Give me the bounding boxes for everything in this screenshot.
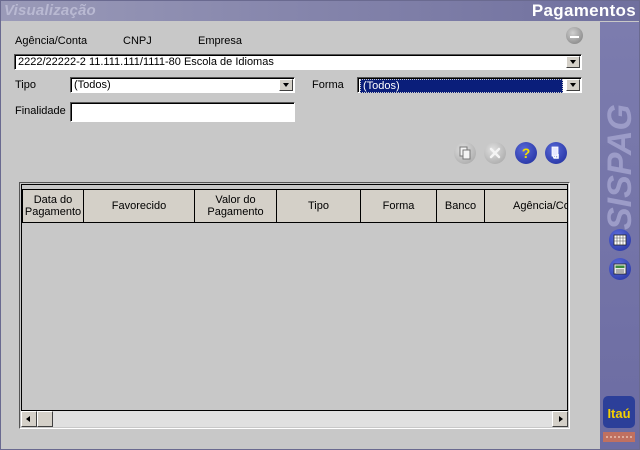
- empresa-label: Empresa: [198, 35, 243, 47]
- column-header-forma[interactable]: Forma: [361, 189, 437, 223]
- column-header-favorecido[interactable]: Favorecido: [84, 189, 195, 223]
- column-header-banco[interactable]: Banco: [437, 189, 485, 223]
- column-header-data[interactable]: Data do Pagamento: [22, 189, 84, 223]
- finalidade-label: Finalidade: [15, 105, 66, 117]
- sidebar: SISPAG Itaú: [600, 22, 639, 449]
- scroll-left-button[interactable]: [21, 411, 37, 427]
- export-icon: [551, 146, 559, 159]
- tipo-label: Tipo: [15, 79, 36, 91]
- cancel-button[interactable]: [484, 142, 506, 164]
- account-select-value: 2222/22222-2 11.111.111/1111-80 Escola d…: [18, 56, 274, 68]
- account-select[interactable]: 2222/22222-2 11.111.111/1111-80 Escola d…: [14, 54, 582, 70]
- forma-label: Forma: [312, 79, 344, 91]
- forma-select-value: (Todos): [360, 79, 563, 93]
- forma-select[interactable]: (Todos): [357, 77, 582, 93]
- finalidade-input[interactable]: [70, 102, 295, 122]
- brand-logo: SISPAG: [601, 104, 639, 230]
- tipo-select-value: (Todos): [74, 79, 111, 91]
- svg-text:?: ?: [522, 145, 531, 161]
- window-title: Visualização: [4, 2, 96, 19]
- column-header-tipo[interactable]: Tipo: [277, 189, 361, 223]
- copy-icon: [459, 146, 471, 160]
- column-header-valor[interactable]: Valor do Pagamento: [195, 189, 277, 223]
- itau-logo: Itaú: [603, 396, 635, 442]
- chevron-down-icon[interactable]: [566, 79, 580, 91]
- svg-text:Itaú: Itaú: [607, 406, 630, 421]
- app-window: Visualização Pagamentos Agência/Conta CN…: [0, 0, 640, 450]
- column-header-agencia[interactable]: Agência/Co: [485, 189, 567, 223]
- chevron-down-icon[interactable]: [279, 79, 293, 91]
- help-button[interactable]: ?: [515, 142, 537, 164]
- calendar-button[interactable]: [609, 229, 631, 251]
- scroll-right-button[interactable]: [552, 411, 568, 427]
- cancel-icon: [489, 147, 501, 159]
- calendar-icon: [613, 234, 627, 246]
- cnpj-label: CNPJ: [123, 35, 152, 47]
- scrollbar-thumb[interactable]: [37, 411, 53, 427]
- brand-text: SISPAG: [601, 104, 639, 230]
- payments-table[interactable]: Data do Pagamento Favorecido Valor do Pa…: [19, 182, 570, 429]
- table-body: Data do Pagamento Favorecido Valor do Pa…: [21, 184, 568, 411]
- calculator-button[interactable]: [609, 258, 631, 280]
- agencia-conta-label: Agência/Conta: [15, 35, 88, 47]
- chevron-down-icon[interactable]: [566, 56, 580, 68]
- calculator-icon: [613, 263, 627, 275]
- module-title: Pagamentos: [531, 1, 636, 20]
- horizontal-scrollbar[interactable]: [21, 411, 568, 427]
- help-icon: ?: [522, 145, 531, 161]
- tipo-select[interactable]: (Todos): [70, 77, 295, 93]
- minimize-button[interactable]: [566, 27, 583, 44]
- title-bar: Visualização Pagamentos: [1, 1, 639, 21]
- export-button[interactable]: [545, 142, 567, 164]
- copy-button[interactable]: [454, 142, 476, 164]
